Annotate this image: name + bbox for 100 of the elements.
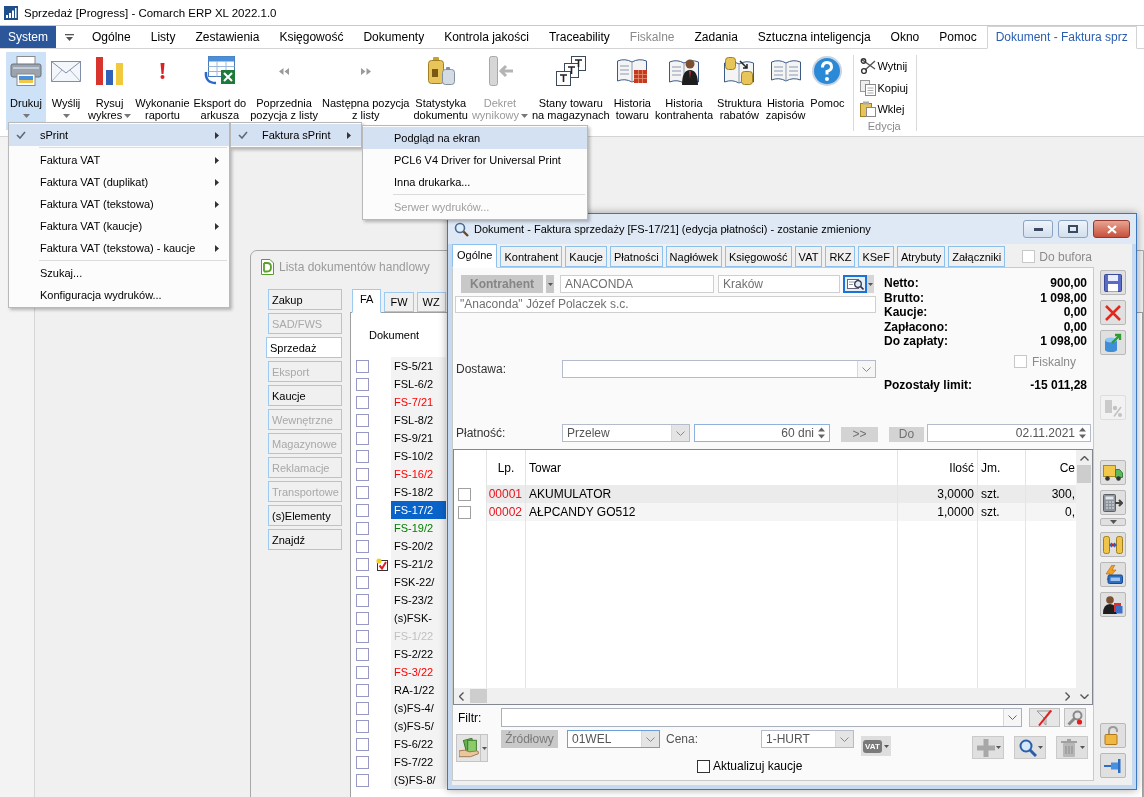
checkbox[interactable] — [356, 557, 369, 571]
table-cell[interactable]: (s)FS-4/ — [391, 699, 446, 717]
table-cell[interactable]: FS-16/2 — [391, 465, 446, 483]
checkbox[interactable] — [356, 413, 369, 427]
checkbox[interactable] — [356, 431, 369, 445]
checkbox[interactable] — [356, 755, 369, 769]
ribbon-tab[interactable]: Traceability — [538, 26, 620, 48]
ribbon-tab[interactable]: Ogólne — [82, 26, 141, 48]
tab[interactable]: RKZ — [825, 246, 856, 267]
menu-item[interactable]: Inna drukarka... — [363, 171, 587, 193]
table-cell[interactable]: (S)FS-8/ — [391, 771, 446, 789]
table-cell[interactable]: FS-2/22 — [391, 645, 446, 663]
toolbar-button[interactable] — [1100, 562, 1126, 587]
tab[interactable]: Kontrahent — [500, 246, 563, 267]
ribbon-tab[interactable]: Sztuczna inteligencja — [747, 26, 881, 48]
filter-settings-button[interactable] — [1064, 708, 1086, 727]
menu-item[interactable]: Faktura VAT (tekstowa) - kaucje — [9, 237, 229, 259]
table-cell[interactable]: (s)FSK- — [391, 609, 446, 627]
ribbon-tab[interactable]: Kontrola jakości — [434, 26, 539, 48]
side-tab[interactable]: Znajdź — [268, 529, 342, 550]
toolbar-button[interactable] — [1100, 592, 1126, 617]
scrollbar-thumb[interactable] — [1077, 465, 1091, 483]
caret-icon[interactable] — [64, 33, 74, 41]
scroll-down-icon[interactable] — [1079, 693, 1089, 699]
ribbon-tab[interactable]: Zestawienia — [185, 26, 270, 48]
scroll-right-icon[interactable] — [1065, 691, 1070, 701]
city-field[interactable]: Kraków — [718, 275, 840, 293]
table-cell[interactable]: FS-9/21 — [391, 429, 446, 447]
ribbon-button[interactable]: Struktura rabatów — [715, 52, 764, 130]
menu-item[interactable]: Faktura VAT (duplikat) — [9, 171, 229, 193]
close-button[interactable] — [1093, 220, 1130, 238]
toolbar-button[interactable] — [1100, 490, 1126, 515]
lookup-button[interactable] — [843, 275, 867, 293]
checkbox[interactable] — [356, 737, 369, 751]
tab[interactable]: Nagłówek — [665, 246, 722, 267]
toolbar-button[interactable] — [1100, 518, 1126, 526]
checkbox[interactable] — [356, 485, 369, 499]
tab[interactable]: Załączniki — [948, 246, 1006, 267]
side-tab[interactable]: Zakup — [268, 289, 342, 310]
table-cell[interactable]: FS-18/2 — [391, 483, 446, 501]
ribbon-tab[interactable]: System — [0, 26, 56, 48]
side-tab[interactable]: Kaucje — [268, 385, 342, 406]
delete-button[interactable] — [1056, 736, 1088, 759]
table-cell[interactable]: FS-6/22 — [391, 735, 446, 753]
table-cell[interactable]: FS-20/2 — [391, 537, 446, 555]
ribbon-button[interactable]: Historia zapisów — [763, 52, 808, 130]
ribbon-button[interactable]: Drukuj — [6, 52, 46, 130]
dropdown-button[interactable] — [546, 275, 554, 293]
checkbox[interactable] — [458, 487, 471, 501]
filter-field[interactable] — [501, 708, 1022, 727]
menu-item[interactable]: Faktura VAT — [9, 149, 229, 171]
checkbox[interactable] — [356, 449, 369, 463]
table-cell[interactable]: FS-10/2 — [391, 447, 446, 465]
checkbox[interactable] — [356, 611, 369, 625]
ribbon-tab[interactable]: Dokumenty — [353, 26, 435, 48]
money-button[interactable] — [456, 734, 488, 762]
menu-item[interactable]: Konfiguracja wydruków... — [9, 284, 229, 306]
vat-button[interactable]: VAT — [861, 736, 891, 756]
tab[interactable]: FW — [384, 292, 414, 312]
checkbox[interactable] — [356, 773, 369, 787]
ribbon-tab[interactable]: Pomoc — [929, 26, 987, 48]
menu-item[interactable]: Faktura VAT (kaucje) — [9, 215, 229, 237]
checkbox[interactable] — [356, 575, 369, 589]
table-cell[interactable]: FS-21/2 — [391, 555, 446, 573]
tab[interactable]: Księgowość — [724, 246, 792, 267]
vertical-scrollbar[interactable] — [1076, 450, 1092, 688]
tab[interactable]: Atrybuty — [896, 246, 946, 267]
checkbox[interactable] — [356, 503, 369, 517]
menu-item[interactable]: Szukaj... — [9, 262, 229, 284]
scroll-left-icon[interactable] — [459, 691, 464, 701]
checkbox[interactable] — [356, 377, 369, 391]
checkbox[interactable] — [356, 359, 369, 373]
table-cell[interactable]: FS-23/2 — [391, 591, 446, 609]
date-field[interactable]: 02.11.2021 — [927, 424, 1091, 442]
menu-item[interactable]: Podgląd na ekran — [363, 127, 587, 149]
tab[interactable]: KSeF — [858, 246, 894, 267]
tab[interactable]: Kaucje — [565, 246, 607, 267]
table-cell[interactable]: FS-7/21 — [391, 393, 446, 411]
clear-filter-button[interactable] — [1029, 708, 1060, 727]
table-cell[interactable]: FS-3/22 — [391, 663, 446, 681]
menu-item[interactable]: sPrint — [9, 124, 229, 146]
dropdown-button[interactable] — [867, 275, 874, 293]
payment-select[interactable]: Przelew — [562, 424, 690, 442]
table-cell[interactable]: FSL-8/2 — [391, 411, 446, 429]
table-cell[interactable]: FS-19/2 — [391, 519, 446, 537]
menu-item[interactable]: PCL6 V4 Driver for Universal Print — [363, 149, 587, 171]
tab[interactable]: FA — [352, 289, 382, 313]
ribbon-button[interactable]: Wklej — [860, 98, 905, 120]
ribbon-button[interactable]: Historia kontrahenta — [652, 52, 716, 130]
ribbon-tab[interactable]: Dokument - Faktura sprz — [986, 26, 1137, 49]
checkbox[interactable] — [356, 539, 369, 553]
table-cell[interactable]: (s)FS-5/ — [391, 717, 446, 735]
ribbon-tab[interactable]: Okno — [880, 26, 930, 48]
checkbox[interactable] — [356, 521, 369, 535]
toolbar-button[interactable] — [1100, 460, 1126, 485]
table-cell[interactable]: FS-17/2 — [391, 501, 446, 519]
menu-item[interactable]: Faktura sPrint — [231, 124, 361, 146]
checkbox[interactable] — [356, 395, 369, 409]
price-select[interactable]: 1-HURT — [761, 730, 854, 748]
tab[interactable]: VAT — [794, 246, 823, 267]
